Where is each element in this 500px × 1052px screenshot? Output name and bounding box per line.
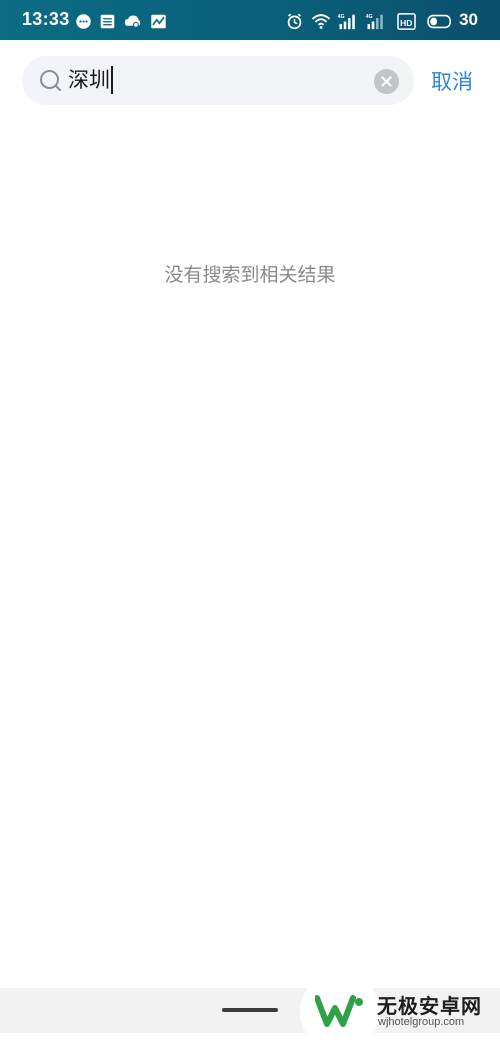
hd-label: HD [400,18,412,28]
network-type-label: 4G [338,14,345,20]
cloud-icon [124,13,141,30]
chat-icon [75,13,92,30]
home-indicator[interactable] [222,1008,278,1012]
battery-level: 30 [459,10,478,30]
wifi-icon [311,13,331,30]
clear-icon[interactable] [374,69,399,94]
alarm-icon [286,13,303,30]
signal-icon: 4G [337,13,359,30]
hd-icon: HD [396,13,417,30]
list-icon [99,13,116,30]
search-box[interactable]: 深圳 [22,56,414,105]
search-query: 深圳 [68,64,110,96]
signal-icon: 4G [365,13,387,30]
cancel-button[interactable]: 取消 [431,66,473,96]
empty-results-message: 没有搜索到相关结果 [0,260,500,287]
chart-icon [150,13,167,30]
network-type-label: 4G [366,14,373,20]
status-time: 13:33 [22,9,70,30]
search-input[interactable]: 深圳 [68,64,113,96]
text-caret [111,66,113,94]
status-bar: 13:33 4G 4G HD [0,0,500,40]
watermark-title: 无极安卓网 [377,990,482,1019]
search-icon [38,68,64,94]
watermark-url: wjhotelgroup.com [378,1016,464,1028]
search-header: 深圳 取消 [0,40,500,120]
watermark: 无极安卓网 wjhotelgroup.com [300,972,500,1033]
logo-icon [315,994,365,1028]
battery-icon [425,13,455,30]
